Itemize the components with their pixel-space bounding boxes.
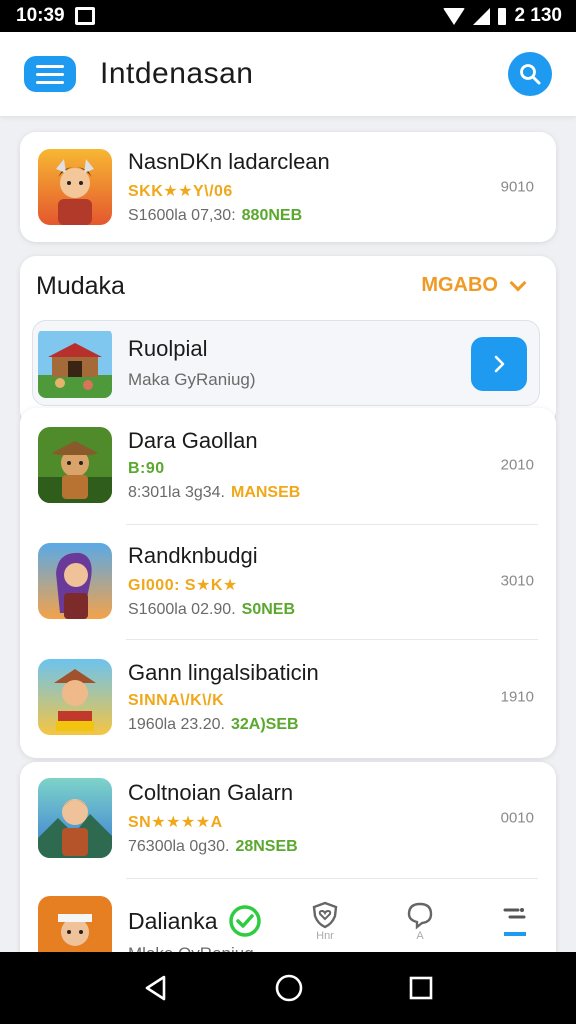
featured-subtitle: Maka GyRaniug) bbox=[128, 370, 256, 389]
chevron-right-icon bbox=[494, 355, 505, 373]
game-title: Dalianka bbox=[128, 907, 218, 934]
home-icon[interactable] bbox=[274, 973, 304, 1003]
menu-icon-line bbox=[36, 80, 64, 84]
battery-icon bbox=[498, 7, 507, 25]
game-title: Randknbudgi bbox=[128, 543, 258, 568]
game-meta-text: 1960la 23.20. bbox=[128, 716, 225, 733]
game-count: 3010 bbox=[500, 572, 534, 590]
tab-active-indicator bbox=[504, 932, 526, 936]
status-bar: 10:39 2 130 bbox=[0, 0, 576, 32]
game-title: Gann lingalsibaticin bbox=[128, 660, 319, 685]
game-tag: B:90 bbox=[128, 460, 165, 477]
game-meta-text: S1600la 02.90. bbox=[128, 601, 236, 618]
game-tag: SN★★★★A bbox=[128, 814, 223, 831]
game-title: Dara Gaollan bbox=[128, 428, 258, 453]
sort-dropdown[interactable]: MGABO bbox=[421, 274, 527, 297]
game-price: 32A)SEB bbox=[230, 716, 299, 733]
search-icon bbox=[520, 64, 541, 85]
filter-icon bbox=[503, 908, 526, 919]
battery-level: 2 130 bbox=[514, 5, 562, 26]
game-price: 880NEB bbox=[241, 207, 303, 224]
tab-filter[interactable] bbox=[490, 900, 540, 950]
divider bbox=[126, 524, 538, 525]
game-count: 9010 bbox=[500, 178, 534, 196]
sort-label: MGABO bbox=[421, 274, 498, 296]
system-nav-bar bbox=[0, 952, 576, 1024]
game-title-row: Dalianka bbox=[128, 904, 262, 938]
game-price: S0NEB bbox=[241, 601, 296, 618]
shield-heart-icon bbox=[312, 901, 338, 929]
signal-icon bbox=[473, 7, 491, 25]
game-meta: 8:301la 3g34. MANSEB bbox=[128, 484, 300, 502]
game-icon-randknbudgi bbox=[38, 543, 112, 619]
menu-icon bbox=[36, 64, 64, 68]
bottom-tabs: Hnr A bbox=[300, 900, 540, 950]
back-icon[interactable] bbox=[142, 974, 170, 1002]
section-title: Mudaka bbox=[36, 272, 125, 300]
list-item[interactable]: Coltnoian Galarn SN★★★★A 76300la 0g30. 28… bbox=[20, 778, 556, 858]
divider bbox=[126, 639, 538, 640]
game-meta: 1960la 23.20. 32A)SEB bbox=[128, 716, 319, 734]
recents-icon[interactable] bbox=[408, 975, 434, 1001]
featured-game-row[interactable]: Ruolpial Maka GyRaniug) bbox=[32, 320, 540, 406]
list-item[interactable]: Dara Gaollan B:90 8:301la 3g34. MANSEB 20… bbox=[20, 427, 556, 503]
tab-favorites[interactable]: Hnr bbox=[300, 900, 350, 950]
game-meta: S1600la 02.90. S0NEB bbox=[128, 601, 295, 619]
tab-chat[interactable]: A bbox=[395, 900, 445, 950]
divider bbox=[126, 878, 538, 879]
game-icon-temple bbox=[38, 328, 112, 398]
list-item[interactable]: Gann lingalsibaticin SINNA\/K\/K 1960la … bbox=[20, 659, 556, 735]
app-bar: Intdenasan bbox=[0, 32, 576, 116]
top-game-card[interactable]: NasnDKn ladarclean SKK★★Y\/06 S1600la 07… bbox=[20, 132, 556, 242]
game-tag: SINNA\/K\/K bbox=[128, 692, 225, 709]
game-meta-text: 8:301la 3g34. bbox=[128, 484, 225, 501]
app-title: Intdenasan bbox=[100, 57, 254, 90]
verified-check-icon bbox=[228, 905, 261, 937]
game-count: 1910 bbox=[500, 688, 534, 706]
status-time: 10:39 bbox=[16, 5, 65, 26]
game-meta-text: 76300la 0g30. bbox=[128, 838, 230, 855]
game-icon-dara bbox=[38, 427, 112, 503]
game-title: Coltnoian Galarn bbox=[128, 780, 294, 805]
menu-button[interactable] bbox=[24, 56, 76, 92]
wifi-icon bbox=[443, 7, 466, 25]
search-button[interactable] bbox=[508, 52, 552, 96]
game-count: 0010 bbox=[500, 809, 534, 827]
chevron-down-icon bbox=[509, 274, 527, 291]
game-price: 28NSEB bbox=[235, 838, 298, 855]
menu-icon-line bbox=[36, 72, 64, 76]
game-meta: 76300la 0g30. 28NSEB bbox=[128, 838, 298, 856]
list-item[interactable]: Randknbudgi GI000: S★K★ S1600la 02.90. S0… bbox=[20, 543, 556, 619]
game-count: 2010 bbox=[500, 456, 534, 474]
tab-label: Hnr bbox=[316, 930, 334, 942]
game-meta: S1600la 07,30: 880NEB bbox=[128, 207, 330, 225]
game-price: MANSEB bbox=[230, 484, 301, 501]
game-tag: SKK★★Y\/06 bbox=[128, 183, 233, 200]
game-icon-coltnoian bbox=[38, 778, 112, 858]
featured-title: Ruolpial bbox=[128, 336, 208, 361]
game-list-card: Dara Gaollan B:90 8:301la 3g34. MANSEB 20… bbox=[20, 408, 556, 758]
featured-open-button[interactable] bbox=[471, 337, 527, 391]
chat-bubble-icon bbox=[407, 902, 433, 930]
tab-label: A bbox=[416, 930, 424, 942]
game-title: NasnDKn ladarclean bbox=[128, 149, 330, 174]
game-tag: GI000: S★K★ bbox=[128, 577, 238, 594]
game-icon-warrior bbox=[38, 149, 112, 225]
game-meta-text: S1600la 07,30: bbox=[128, 207, 236, 224]
notification-icon bbox=[74, 7, 95, 25]
game-icon-gann bbox=[38, 659, 112, 735]
